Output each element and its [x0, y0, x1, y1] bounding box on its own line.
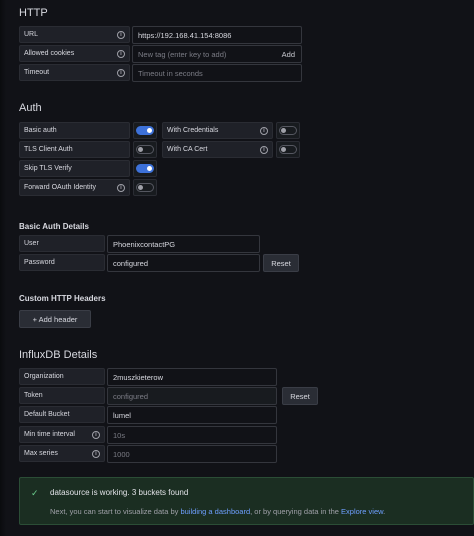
forward-oauth-toggle[interactable] [136, 183, 154, 192]
skip-tls-verify-label-text: Skip TLS Verify [24, 165, 72, 172]
token-reset-button[interactable]: Reset [282, 387, 318, 405]
check-icon: ✓ [31, 488, 39, 498]
info-icon[interactable]: i [92, 430, 100, 439]
info-icon[interactable]: i [117, 183, 125, 192]
alert-message-suffix: . [383, 507, 386, 516]
with-ca-cert-toggle[interactable] [279, 145, 297, 154]
default-bucket-label-text: Default Bucket [24, 411, 70, 418]
add-cookie-button[interactable]: Add [282, 50, 295, 59]
forward-oauth-label-text: Forward OAuth Identity [24, 184, 96, 191]
min-time-interval-label: Min time interval i [19, 426, 105, 443]
allowed-cookies-label-text: Allowed cookies [24, 50, 75, 57]
info-icon[interactable]: i [260, 145, 268, 154]
tls-client-auth-toggle-wrap [133, 141, 157, 158]
max-series-label: Max series i [19, 445, 105, 462]
organization-input[interactable]: 2muszkieterow [107, 368, 277, 386]
password-label: Password [19, 254, 105, 271]
with-ca-cert-label: With CA Cert i [162, 141, 273, 158]
basic-auth-label-text: Basic auth [24, 127, 57, 134]
with-credentials-label-text: With Credentials [167, 127, 219, 134]
max-series-label-text: Max series [24, 450, 58, 457]
allowed-cookies-label: Allowed cookies i [19, 45, 130, 62]
timeout-label: Timeout i [19, 64, 130, 81]
token-label-text: Token [24, 392, 43, 399]
skip-tls-verify-toggle-wrap [133, 160, 157, 177]
alert-message-middle: , or by querying data in the [250, 507, 342, 516]
info-icon[interactable]: i [92, 449, 100, 458]
skip-tls-verify-toggle[interactable] [136, 164, 154, 173]
explore-view-link[interactable]: Explore view [341, 507, 383, 516]
alert-message-prefix: Next, you can start to visualize data by [50, 507, 181, 516]
alert-title: datasource is working. 3 buckets found [50, 488, 189, 497]
info-icon[interactable]: i [117, 49, 125, 58]
success-alert: ✓ datasource is working. 3 buckets found… [19, 477, 474, 525]
min-time-interval-label-text: Min time interval [24, 431, 75, 438]
allowed-cookies-placeholder: New tag (enter key to add) [138, 49, 227, 59]
organization-label-text: Organization [24, 373, 64, 380]
page-edge [0, 0, 6, 536]
allowed-cookies-input[interactable]: New tag (enter key to add) Add [132, 45, 302, 63]
forward-oauth-label: Forward OAuth Identity i [19, 179, 130, 196]
with-ca-cert-label-text: With CA Cert [167, 146, 208, 153]
password-label-text: Password [24, 259, 55, 266]
min-time-interval-input[interactable]: 10s [107, 426, 277, 444]
timeout-label-text: Timeout [24, 69, 50, 76]
max-series-input[interactable]: 1000 [107, 445, 277, 463]
token-input[interactable]: configured [107, 387, 277, 405]
default-bucket-input[interactable]: lumel [107, 406, 277, 424]
basic-auth-toggle[interactable] [136, 126, 154, 135]
password-input[interactable]: configured [107, 254, 260, 272]
info-icon[interactable]: i [117, 68, 125, 77]
organization-label: Organization [19, 368, 105, 385]
basic-auth-details-title: Basic Auth Details [19, 222, 89, 231]
with-credentials-toggle-wrap [276, 122, 300, 139]
user-label: User [19, 235, 105, 252]
alert-message: Next, you can start to visualize data by… [50, 507, 385, 516]
http-section-title: HTTP [19, 7, 48, 19]
user-input[interactable]: PhoenixcontactPG [107, 235, 260, 253]
url-label-text: URL [24, 31, 39, 38]
user-label-text: User [24, 240, 39, 247]
token-label: Token [19, 387, 105, 404]
tls-client-auth-label: TLS Client Auth [19, 141, 130, 158]
password-reset-button[interactable]: Reset [263, 254, 299, 272]
basic-auth-label: Basic auth [19, 122, 130, 139]
with-credentials-label: With Credentials i [162, 122, 273, 139]
timeout-input[interactable]: Timeout in seconds [132, 64, 302, 82]
influxdb-details-title: InfluxDB Details [19, 349, 98, 361]
info-icon[interactable]: i [260, 126, 268, 135]
skip-tls-verify-label: Skip TLS Verify [19, 160, 130, 177]
forward-oauth-toggle-wrap [133, 179, 157, 196]
tls-client-auth-toggle[interactable] [136, 145, 154, 154]
default-bucket-label: Default Bucket [19, 406, 105, 423]
custom-headers-title: Custom HTTP Headers [19, 294, 106, 303]
add-header-button[interactable]: + Add header [19, 310, 91, 328]
tls-client-auth-label-text: TLS Client Auth [24, 146, 73, 153]
auth-section-title: Auth [19, 102, 42, 114]
basic-auth-toggle-wrap [133, 122, 157, 139]
with-ca-cert-toggle-wrap [276, 141, 300, 158]
url-label: URL i [19, 26, 130, 43]
url-input[interactable]: https://192.168.41.154:8086 [132, 26, 302, 44]
info-icon[interactable]: i [117, 30, 125, 39]
build-dashboard-link[interactable]: building a dashboard [180, 507, 250, 516]
with-credentials-toggle[interactable] [279, 126, 297, 135]
